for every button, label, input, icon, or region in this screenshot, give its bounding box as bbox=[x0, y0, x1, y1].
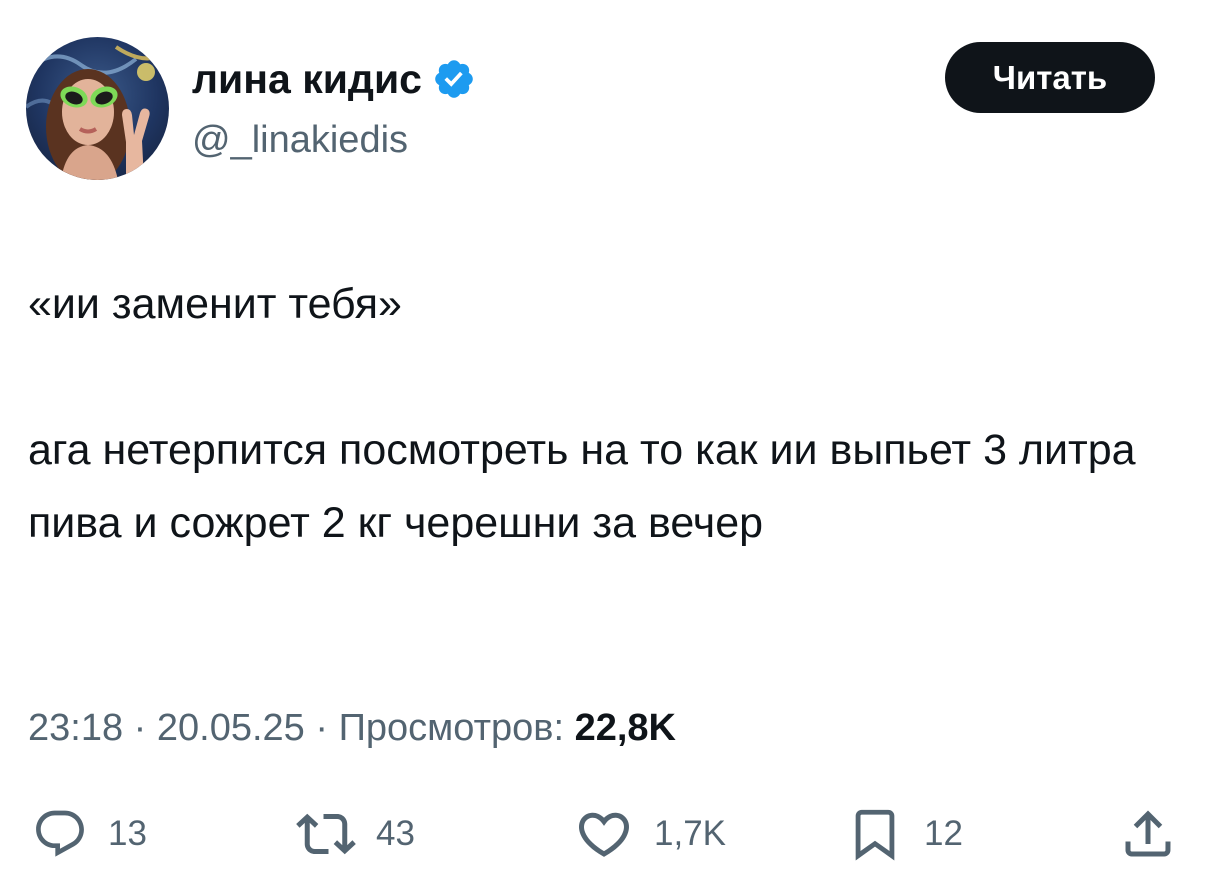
retweet-icon bbox=[296, 804, 356, 864]
retweet-button[interactable]: 43 bbox=[296, 804, 415, 864]
tweet-text: «ии заменит тебя» ага нетерпится посмотр… bbox=[28, 280, 1136, 547]
tweet-date[interactable]: 20.05.25 bbox=[157, 707, 305, 749]
views-label: Просмотров: bbox=[338, 707, 564, 749]
avatar-image bbox=[26, 37, 169, 180]
reply-icon bbox=[32, 806, 88, 862]
meta-separator: · bbox=[123, 707, 157, 749]
tweet-time[interactable]: 23:18 bbox=[28, 707, 123, 749]
bookmark-icon bbox=[846, 804, 904, 864]
retweet-count: 43 bbox=[376, 814, 415, 853]
share-button[interactable] bbox=[1118, 804, 1178, 864]
like-icon bbox=[574, 804, 634, 864]
meta-separator: · bbox=[304, 707, 339, 749]
reply-button[interactable]: 13 bbox=[32, 804, 147, 864]
like-button[interactable]: 1,7K bbox=[574, 804, 726, 864]
reply-count: 13 bbox=[108, 814, 147, 853]
bookmark-count: 12 bbox=[924, 814, 963, 853]
views-count[interactable]: 22,8K bbox=[575, 707, 676, 749]
like-count: 1,7K bbox=[654, 814, 726, 853]
author-handle[interactable]: @_linakiedis bbox=[192, 116, 408, 164]
author-name-text: лина кидис bbox=[192, 56, 422, 102]
verified-badge-icon[interactable] bbox=[432, 57, 476, 101]
author-display-name[interactable]: лина кидис bbox=[192, 54, 476, 104]
share-icon bbox=[1118, 804, 1178, 864]
follow-button[interactable]: Читать bbox=[945, 42, 1155, 113]
avatar[interactable] bbox=[26, 37, 169, 180]
bookmark-button[interactable]: 12 bbox=[846, 804, 963, 864]
tweet-meta: 23:18 · 20.05.25 · Просмотров: 22,8K bbox=[28, 703, 676, 753]
